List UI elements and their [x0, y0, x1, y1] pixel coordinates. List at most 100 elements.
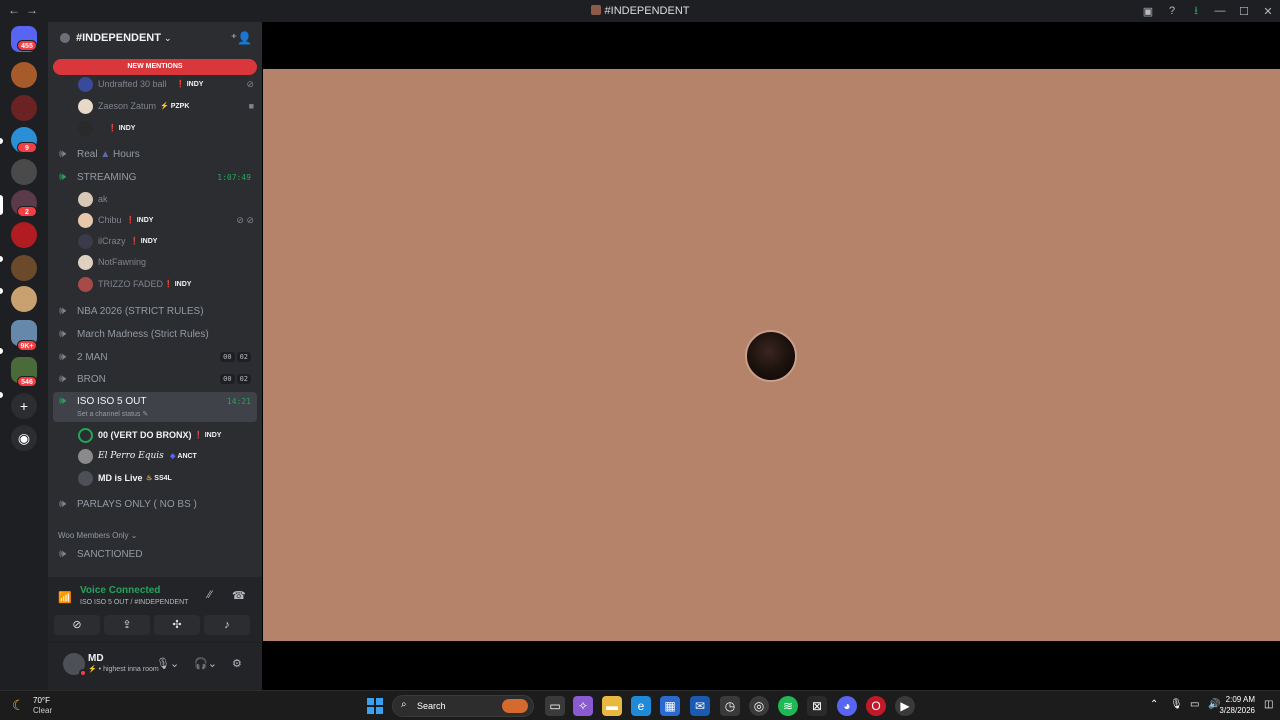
search-highlight-icon — [502, 699, 528, 713]
task-view-icon[interactable]: ▭ — [545, 696, 565, 716]
edge-icon[interactable]: e — [631, 696, 651, 716]
screen-icon[interactable]: ▣ — [1136, 0, 1160, 22]
guild-header[interactable]: #INDEPENDENT ⌄ ⁺👤 — [48, 22, 262, 54]
voice-channel-real-hours[interactable]: 🕪 Real ▲ Hours — [53, 144, 257, 164]
voice-channel-nba[interactable]: 🕪 NBA 2026 (STRICT RULES) — [53, 301, 257, 321]
voice-user[interactable]: El Perro Equis ◆ ANCT — [48, 446, 262, 466]
voice-channel-march-madness[interactable]: 🕪 March Madness (Strict Rules) — [53, 324, 257, 344]
voice-user[interactable]: MD is Live ♨ SS4L — [48, 468, 262, 488]
maximize-button[interactable]: ☐ — [1232, 0, 1256, 22]
download-icon[interactable]: ⭳ — [1184, 0, 1208, 22]
voice-user[interactable]: ak — [48, 189, 262, 209]
voice-user[interactable]: NotFawning — [48, 252, 262, 272]
channel-name: STREAMING — [77, 171, 137, 183]
avatar — [78, 448, 93, 464]
channel-name: BRON — [77, 373, 106, 385]
user-tag: ❗ INDY — [164, 281, 192, 288]
screen-share-button[interactable]: ⇪ — [104, 615, 150, 635]
microphone-icon[interactable]: 🎙⌄ — [156, 657, 179, 670]
voice-channel-sanctioned[interactable]: 🕪 SANCTIONED — [53, 544, 257, 564]
signal-icon[interactable]: 📶 — [58, 591, 72, 604]
clock-time[interactable]: 2:09 AM — [1226, 695, 1255, 704]
weather-temp[interactable]: 70°F — [33, 696, 50, 705]
gear-icon[interactable]: ⚙ — [232, 657, 242, 670]
voice-user[interactable]: Zaeson Zatum ⚡ PZPK ■ — [48, 96, 262, 116]
spotify-icon[interactable]: ≋ — [778, 696, 798, 716]
server-icon[interactable] — [11, 286, 37, 312]
voice-channel-iso[interactable]: 🕪 ISO ISO 5 OUT 14:21 Set a channel stat… — [53, 392, 257, 422]
server-icon[interactable] — [11, 95, 37, 121]
voice-user[interactable]: ❗ INDY — [48, 118, 262, 138]
user-name[interactable]: MD — [88, 653, 104, 664]
channel-name: NBA 2026 (STRICT RULES) — [77, 305, 204, 317]
unread-pill — [0, 288, 3, 294]
headphones-icon[interactable]: 🎧⌄ — [194, 657, 217, 670]
file-explorer-icon[interactable]: ▬ — [602, 696, 622, 716]
add-server-button[interactable]: + — [11, 393, 37, 419]
opera-icon[interactable]: O — [866, 696, 886, 716]
copilot-icon[interactable]: ✧ — [573, 696, 593, 716]
minimize-button[interactable]: — — [1208, 0, 1232, 22]
category-woo-members[interactable]: Woo Members Only ⌄ — [58, 531, 137, 540]
voice-location[interactable]: ISO ISO 5 OUT / #INDEPENDENT — [80, 599, 188, 606]
activities-button[interactable]: ✣ — [154, 615, 200, 635]
speaker-icon: 🕪 — [59, 395, 66, 407]
chevron-up-icon[interactable]: ⌃ — [1150, 699, 1158, 710]
channel-status[interactable]: Set a channel status ✎ — [77, 410, 148, 418]
display-icon[interactable]: ▭ — [1190, 699, 1199, 710]
add-member-icon[interactable]: ⁺👤 — [231, 31, 252, 45]
disconnect-icon[interactable]: ☎ — [232, 589, 246, 602]
server-icon[interactable] — [11, 159, 37, 185]
discord-icon[interactable]: ◕ — [837, 696, 857, 716]
avatar — [78, 212, 93, 228]
unread-pill — [0, 256, 3, 262]
search-box[interactable]: ⌕ Search — [392, 695, 534, 717]
voice-user[interactable]: ilCrazy ❗ INDY — [48, 231, 262, 251]
server-icon — [590, 5, 601, 15]
video-icon: ■ — [248, 101, 254, 111]
clock-app-icon[interactable]: ◷ — [720, 696, 740, 716]
new-mentions-bar[interactable]: NEW MENTIONS — [53, 59, 257, 75]
microphone-icon[interactable]: 🎙 — [1170, 699, 1183, 710]
camera-button[interactable]: ⊘ — [54, 615, 100, 635]
server-icon[interactable] — [11, 255, 37, 281]
store-icon[interactable]: ▦ — [660, 696, 680, 716]
user-tag: ❗ INDY — [130, 238, 158, 245]
avatar[interactable] — [63, 653, 87, 677]
channel-name: 2 MAN — [77, 351, 108, 363]
notifications-icon[interactable]: ◫ — [1264, 699, 1273, 710]
user-tag: ❗ INDY — [108, 125, 136, 132]
voice-channel-streaming[interactable]: 🕪 STREAMING 1:07:49 — [53, 167, 257, 187]
media-player-icon[interactable]: ▶ — [895, 696, 915, 716]
user-tag: ❗ INDY — [176, 81, 204, 88]
start-button[interactable] — [367, 698, 383, 714]
voice-user[interactable]: Chibu ❗ INDY ⊘ ⊘ — [48, 210, 262, 230]
server-icon[interactable] — [11, 62, 37, 88]
voice-user[interactable]: 00 (VERT DO BRONX) ❗ INDY — [48, 425, 262, 445]
channel-name: SANCTIONED — [77, 548, 143, 560]
clock-date[interactable]: 3/28/2026 — [1219, 706, 1255, 715]
speaker-icon: 🕪 — [59, 170, 66, 183]
stream-view[interactable] — [263, 69, 1280, 641]
username: MD is Live — [98, 473, 143, 483]
help-icon[interactable]: ? — [1160, 0, 1184, 22]
close-button[interactable]: ✕ — [1256, 0, 1280, 22]
voice-user[interactable]: Undrafted 30 ball ❗ INDY ⊘ — [48, 74, 262, 94]
discover-icon[interactable]: ◉ — [11, 425, 37, 451]
outlook-icon[interactable]: ✉ — [690, 696, 710, 716]
channel-name: PARLAYS ONLY ( NO BS ) — [77, 498, 197, 510]
voice-status[interactable]: Voice Connected — [80, 585, 160, 596]
server-icon[interactable] — [11, 222, 37, 248]
moon-icon[interactable]: ☾ — [12, 697, 25, 714]
soundboard-button[interactable]: ♪ — [204, 615, 250, 635]
chrome-icon[interactable]: ◎ — [749, 696, 769, 716]
weather-desc[interactable]: Clear — [33, 706, 52, 715]
voice-user[interactable]: TRIZZO FADED ❗ INDY — [48, 274, 262, 294]
voice-channel-2-man[interactable]: 🕪 2 MAN 00 02 — [53, 347, 257, 367]
username: ak — [98, 194, 108, 204]
avatar — [78, 98, 93, 114]
voice-channel-bron[interactable]: 🕪 BRON 00 02 — [53, 369, 257, 389]
voice-channel-parlays[interactable]: 🕪 PARLAYS ONLY ( NO BS ) — [53, 494, 257, 514]
xbox-icon[interactable]: ⊠ — [807, 696, 827, 716]
noise-suppression-icon[interactable]: ⁄⁄ — [208, 589, 212, 601]
